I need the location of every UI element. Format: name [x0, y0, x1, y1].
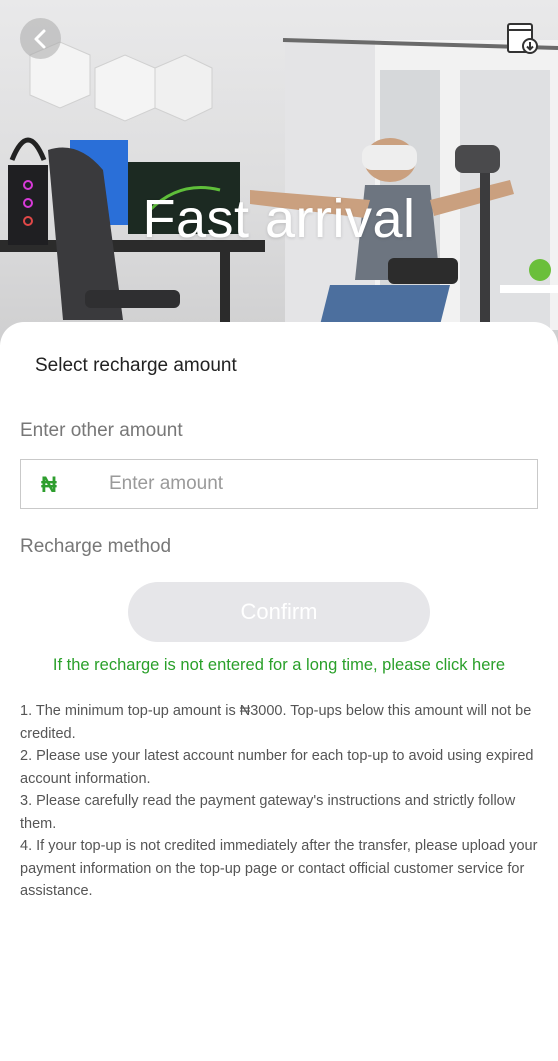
recharge-help-link[interactable]: If the recharge is not entered for a lon… — [0, 656, 558, 675]
chevron-left-icon — [34, 29, 45, 48]
hero-scene-image — [0, 38, 558, 332]
note-item: 3. Please carefully read the payment gat… — [20, 793, 516, 832]
section-title: Select recharge amount — [35, 355, 237, 376]
hero-title: Fast arrival — [142, 189, 416, 249]
currency-symbol: ₦ — [41, 472, 57, 497]
other-amount-label: Enter other amount — [20, 420, 183, 441]
recharge-method-label: Recharge method — [20, 536, 172, 557]
download-button[interactable] — [506, 20, 540, 56]
confirm-button[interactable]: Confirm — [128, 582, 430, 642]
amount-field[interactable]: ₦ — [20, 459, 538, 509]
note-item: 4. If your top-up is not credited immedi… — [20, 838, 538, 899]
note-item: 2. Please use your latest account number… — [20, 748, 534, 787]
recharge-sheet: Select recharge amount Enter other amoun… — [0, 322, 558, 1061]
download-icon — [507, 23, 538, 54]
note-item: 1. The minimum top-up amount is ₦3000. T… — [20, 703, 532, 742]
back-button[interactable] — [20, 18, 61, 59]
hero-banner: Fast arrival — [0, 0, 558, 345]
amount-input[interactable] — [109, 460, 519, 508]
recharge-notes: 1. The minimum top-up amount is ₦3000. T… — [20, 700, 542, 903]
